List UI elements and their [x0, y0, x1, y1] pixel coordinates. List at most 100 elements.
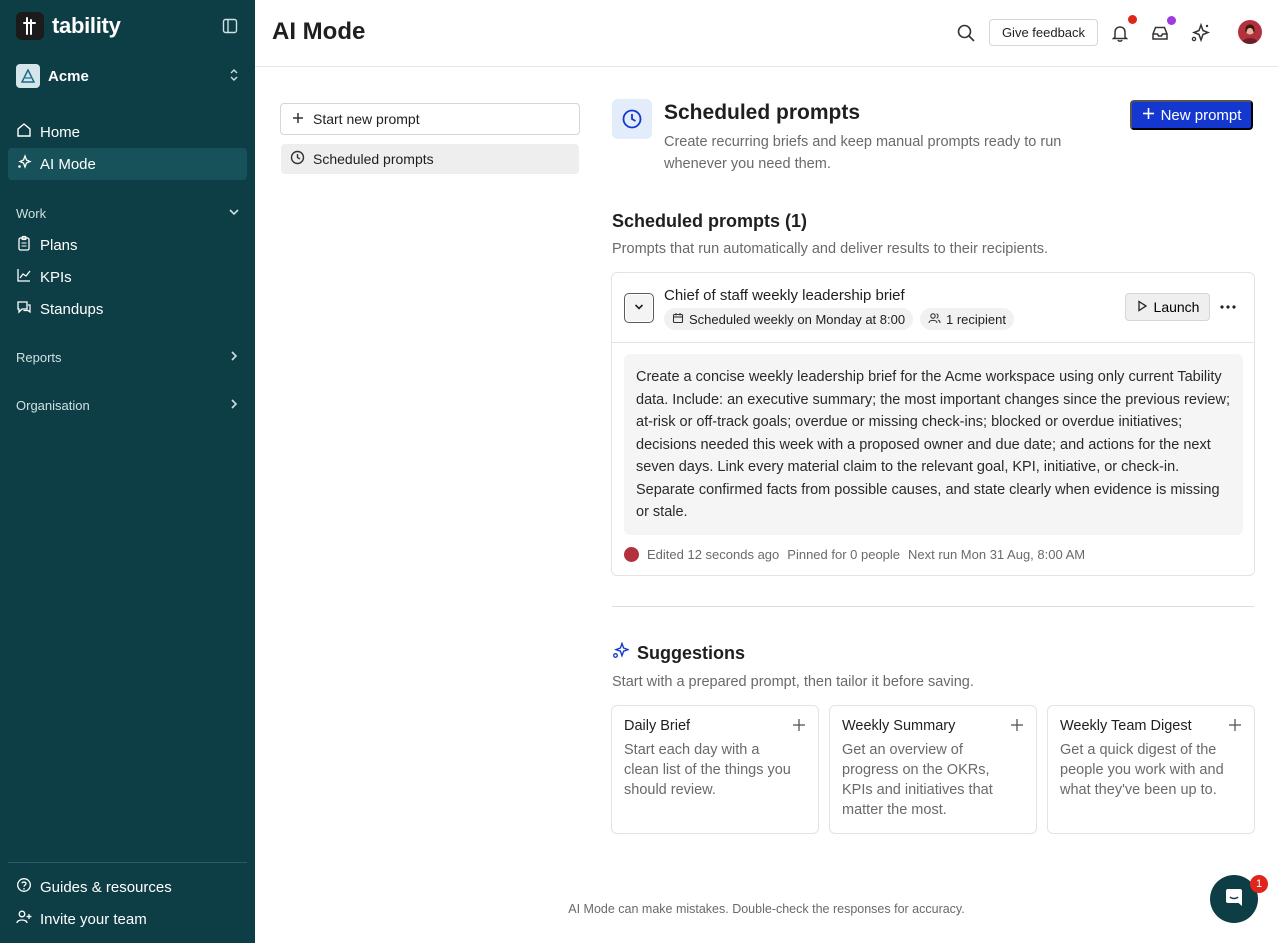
suggestion-title: Daily Brief [624, 718, 691, 734]
chat-icon [16, 299, 32, 319]
chevron-right-icon [228, 350, 240, 365]
plus-icon [291, 111, 305, 128]
clock-icon [290, 150, 305, 168]
sidebar-item-plans[interactable]: Plans [8, 229, 247, 261]
scheduled-clock-icon [612, 99, 652, 139]
schedule-text: Scheduled weekly on Monday at 8:00 [689, 311, 906, 327]
hero-description: Create recurring briefs and keep manual … [664, 134, 1062, 172]
sidebar-item-ai-mode[interactable]: AI Mode [8, 148, 247, 180]
sparkles-icon [16, 154, 32, 174]
sidebar-item-label: Standups [40, 300, 104, 318]
suggestion-description: Get an overview of progress on the OKRs,… [842, 742, 993, 818]
scheduled-section-subtitle: Prompts that run automatically and deliv… [612, 241, 1049, 257]
section-organisation-toggle[interactable]: Organisation [16, 395, 240, 415]
scheduled-section-title: Scheduled prompts (1) [612, 211, 808, 231]
users-icon [928, 312, 941, 327]
launch-button[interactable]: Launch [1125, 293, 1210, 321]
chevron-down-icon [633, 300, 645, 316]
suggestion-description: Get a quick digest of the people you wor… [1060, 742, 1224, 798]
sidebar-item-guides[interactable]: Guides & resources [8, 871, 247, 903]
chevron-right-icon [228, 398, 240, 413]
user-avatar[interactable] [1238, 20, 1262, 44]
chevron-down-icon [228, 206, 240, 221]
suggestion-description: Start each day with a clean list of the … [624, 742, 791, 798]
chevron-up-down-icon [228, 68, 240, 85]
sidebar-item-label: AI Mode [40, 155, 96, 173]
sidebar-item-label: KPIs [40, 268, 72, 286]
prompt-meta-row: Edited 12 seconds ago Pinned for 0 peopl… [624, 547, 1085, 562]
workspace-switcher[interactable]: Acme [16, 63, 240, 89]
suggestions-heading: Suggestions [612, 641, 746, 664]
inbox-icon[interactable] [1148, 21, 1172, 45]
plus-icon [1142, 107, 1155, 124]
sidebar-item-label: Invite your team [40, 910, 147, 928]
editor-avatar [624, 547, 639, 562]
give-feedback-button[interactable]: Give feedback [989, 19, 1098, 46]
suggestions-title: Suggestions [637, 642, 746, 663]
sidebar-item-label: Plans [40, 236, 78, 254]
chat-unread-badge: 1 [1250, 875, 1268, 893]
recipients-text: 1 recipient [946, 311, 1006, 327]
suggestion-card-weekly-team-digest[interactable]: Weekly Team Digest Get a quick digest of… [1047, 705, 1255, 834]
prompt-name[interactable]: Chief of staff weekly leadership brief [664, 287, 905, 304]
tability-logo-icon [16, 12, 44, 40]
chat-bubble-icon [1222, 886, 1246, 913]
home-icon [16, 122, 32, 142]
add-user-icon [16, 909, 32, 929]
scheduled-prompts-nav-label: Scheduled prompts [313, 151, 434, 167]
suggestions-subtitle: Start with a prepared prompt, then tailo… [612, 674, 974, 690]
start-new-prompt-button[interactable]: Start new prompt [280, 103, 580, 135]
page-title: AI Mode [272, 18, 366, 45]
recipients-badge[interactable]: 1 recipient [920, 308, 1014, 330]
start-new-prompt-label: Start new prompt [313, 111, 420, 127]
content-divider [612, 606, 1254, 607]
pinned-count: Pinned for 0 people [787, 547, 901, 562]
scheduled-prompts-nav-item[interactable]: Scheduled prompts [281, 144, 579, 174]
ai-sparkles-icon[interactable] [1188, 21, 1212, 45]
ai-disclaimer: AI Mode can make mistakes. Double-check … [568, 902, 965, 916]
new-prompt-label: New prompt [1160, 106, 1242, 124]
sidebar-item-home[interactable]: Home [8, 116, 247, 148]
notification-dot [1128, 15, 1137, 24]
sidebar-item-invite[interactable]: Invite your team [8, 903, 247, 935]
brand-name: tability [52, 13, 121, 38]
card-divider [612, 342, 1254, 343]
section-label: Work [16, 205, 47, 221]
section-work-toggle[interactable]: Work [16, 203, 240, 223]
collapse-sidebar-icon[interactable] [222, 18, 238, 34]
next-run: Next run Mon 31 Aug, 8:00 AM [908, 547, 1086, 562]
sidebar-item-standups[interactable]: Standups [8, 293, 247, 325]
new-prompt-button[interactable]: New prompt [1130, 100, 1253, 130]
schedule-badge: Scheduled weekly on Monday at 8:00 [664, 308, 914, 330]
play-icon [1136, 299, 1148, 315]
more-options-icon[interactable] [1216, 295, 1240, 319]
prompt-body-text: Create a concise weekly leadership brief… [624, 354, 1243, 535]
add-suggestion-plus-icon[interactable] [792, 718, 806, 732]
inbox-dot [1167, 16, 1176, 25]
section-label: Organisation [16, 397, 90, 413]
expand-toggle-button[interactable] [624, 293, 654, 323]
sidebar: tability Acme Home AI Mode Work Plans KP… [0, 0, 255, 943]
calendar-icon [672, 312, 684, 327]
workspace-name: Acme [48, 67, 89, 85]
help-circle-icon [16, 877, 32, 897]
suggestion-card-weekly-summary[interactable]: Weekly Summary Get an overview of progre… [829, 705, 1037, 834]
top-bar: AI Mode Give feedback [255, 0, 1278, 67]
suggestion-card-daily-brief[interactable]: Daily Brief Start each day with a clean … [611, 705, 819, 834]
suggestion-title: Weekly Summary [842, 718, 956, 734]
search-icon[interactable] [954, 21, 978, 45]
brand-logo[interactable]: tability [16, 12, 121, 40]
line-chart-icon [16, 267, 32, 287]
bell-icon[interactable] [1108, 21, 1132, 45]
sidebar-item-kpis[interactable]: KPIs [8, 261, 247, 293]
add-suggestion-plus-icon[interactable] [1010, 718, 1024, 732]
sidebar-item-label: Home [40, 123, 81, 141]
workspace-logo-icon [16, 64, 40, 88]
section-label: Reports [16, 349, 62, 365]
section-reports-toggle[interactable]: Reports [16, 347, 240, 367]
edited-time: Edited 12 seconds ago [647, 547, 780, 562]
scheduled-prompt-card: Chief of staff weekly leadership brief S… [611, 272, 1255, 576]
hero-title: Scheduled prompts [664, 101, 861, 124]
sidebar-divider [8, 862, 247, 863]
add-suggestion-plus-icon[interactable] [1228, 718, 1242, 732]
